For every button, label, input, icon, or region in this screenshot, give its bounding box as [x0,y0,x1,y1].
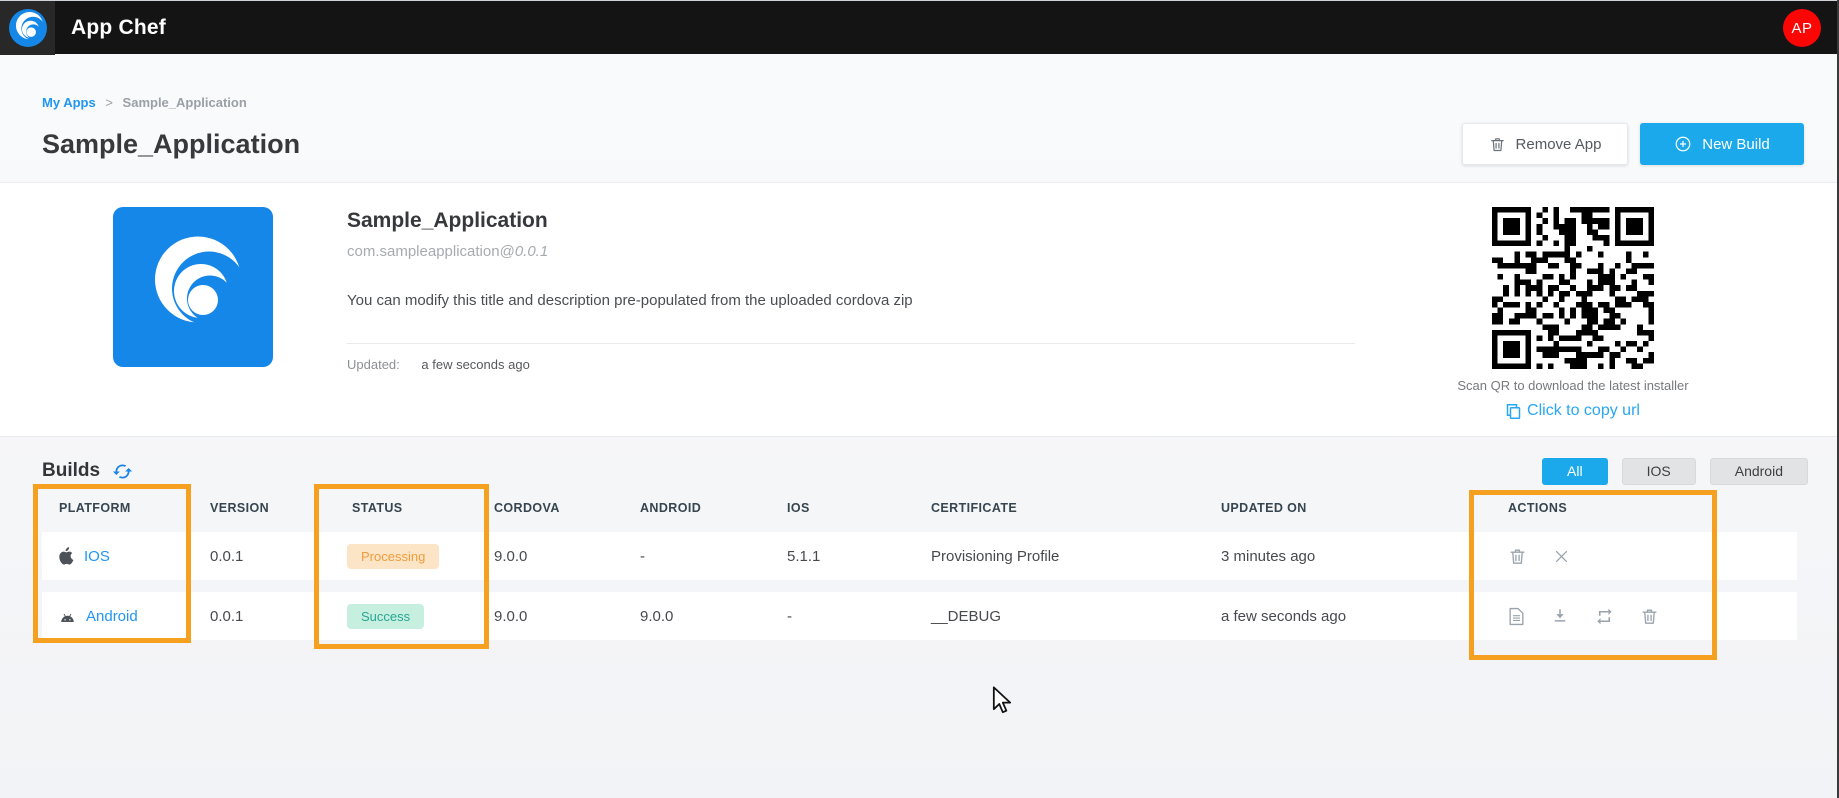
android-cell: - [623,548,770,565]
updated-row: Updated: a few seconds ago [347,357,1357,372]
status-cell: Success [335,604,477,629]
updated-label: Updated: [347,357,400,372]
builds-title: Builds [42,460,100,482]
cordova-cell: 9.0.0 [477,608,623,625]
filter-all-button[interactable]: All [1542,458,1608,485]
bundle-id: com.sampleapplication@0.0.1 [347,243,1357,260]
app-logo[interactable] [0,1,55,55]
app-detail-card: Sample_Application com.sampleapplication… [0,182,1837,437]
breadcrumb-current: Sample_Application [123,95,247,110]
divider [347,343,1355,344]
col-version: VERSION [193,501,335,515]
user-avatar[interactable]: AP [1783,9,1821,47]
breadcrumb: My Apps > Sample_Application [42,95,247,110]
col-updated-on: UPDATED ON [1204,501,1491,515]
wave-logo-icon [133,227,253,347]
col-ios: IOS [770,501,914,515]
col-status: STATUS [335,501,477,515]
android-cell: 9.0.0 [623,608,770,625]
app-title: App Chef [71,16,166,40]
version-cell: 0.0.1 [193,608,335,625]
table-header-row: PLATFORM VERSION STATUS CORDOVA ANDROID … [42,484,1797,532]
table-row-ios: IOS 0.0.1 Processing 9.0.0 - 5.1.1 Provi… [42,532,1797,580]
filter-android-button[interactable]: Android [1710,458,1808,485]
plus-circle-icon [1674,135,1692,153]
trash-icon [1489,136,1506,153]
bundle-version: 0.0.1 [515,243,548,260]
page-header: Sample_Application Remove App New Build [42,122,1804,166]
table-row-android: Android 0.0.1 Success 9.0.0 9.0.0 - __DE… [42,592,1797,640]
cancel-build-icon[interactable] [1553,548,1570,565]
delete-build-icon[interactable] [1640,607,1659,626]
platform-cell: IOS [42,547,193,565]
platform-filter-group: All IOS Android [1542,458,1808,485]
actions-cell [1491,547,1797,566]
copy-icon [1506,403,1521,420]
builds-table: PLATFORM VERSION STATUS CORDOVA ANDROID … [42,484,1797,652]
status-badge: Processing [347,544,439,569]
app-description: You can modify this title and descriptio… [347,292,1357,309]
remove-app-label: Remove App [1516,136,1602,153]
rebuild-icon[interactable] [1595,607,1614,626]
builds-bar: Builds All IOS Android [42,455,1808,487]
remove-app-button[interactable]: Remove App [1462,123,1628,165]
updated-value: a few seconds ago [421,357,529,372]
certificate-cell: __DEBUG [914,608,1204,625]
ios-cell: - [770,608,914,625]
wave-logo-icon [9,9,47,47]
platform-cell: Android [42,608,193,625]
status-cell: Processing [335,544,477,569]
apple-icon [59,547,74,565]
delete-build-icon[interactable] [1508,547,1527,566]
new-build-button[interactable]: New Build [1640,123,1804,165]
platform-link-ios[interactable]: IOS [84,548,110,565]
breadcrumb-my-apps[interactable]: My Apps [42,95,96,110]
mouse-cursor [991,686,1013,721]
download-build-icon[interactable] [1551,607,1569,625]
build-logs-icon[interactable] [1508,607,1525,626]
col-actions: ACTIONS [1491,501,1797,515]
new-build-label: New Build [1702,136,1770,153]
qr-caption: Scan QR to download the latest installer [1443,378,1703,393]
page-title: Sample_Application [42,129,300,160]
refresh-icon[interactable] [112,461,133,482]
top-app-bar: App Chef AP [0,0,1837,54]
qr-code [1492,207,1654,369]
col-platform: PLATFORM [42,501,193,515]
filter-ios-button[interactable]: IOS [1622,458,1696,485]
qr-block: Scan QR to download the latest installer… [1443,207,1703,420]
updated-on-cell: 3 minutes ago [1204,548,1491,565]
col-cordova: CORDOVA [477,501,623,515]
ios-cell: 5.1.1 [770,548,914,565]
copy-url-link[interactable]: Click to copy url [1443,402,1703,420]
app-name: Sample_Application [347,209,1357,233]
platform-link-android[interactable]: Android [86,608,138,625]
status-badge: Success [347,604,424,629]
version-cell: 0.0.1 [193,548,335,565]
actions-cell [1491,607,1797,626]
app-icon [113,207,273,367]
cordova-cell: 9.0.0 [477,548,623,565]
certificate-cell: Provisioning Profile [914,548,1204,565]
breadcrumb-separator: > [105,95,113,110]
updated-on-cell: a few seconds ago [1204,608,1491,625]
col-android: ANDROID [623,501,770,515]
col-certificate: CERTIFICATE [914,501,1204,515]
android-icon [59,608,76,624]
